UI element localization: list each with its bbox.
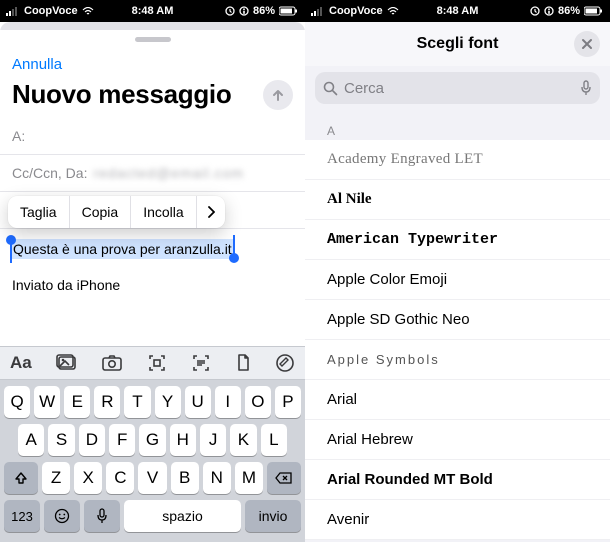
edit-menu: Taglia Copia Incolla	[8, 196, 225, 228]
selection-handle-end[interactable]	[229, 253, 239, 263]
scan-text-icon[interactable]	[147, 353, 167, 373]
key-m[interactable]: m	[235, 462, 263, 494]
key-f[interactable]: f	[109, 424, 135, 456]
font-picker-title: Scegli font	[417, 35, 499, 53]
font-list[interactable]: Academy Engraved LET Al Nile American Ty…	[305, 140, 610, 540]
key-j[interactable]: j	[200, 424, 226, 456]
selected-text[interactable]: Questa è una prova per aranzulla.it	[12, 239, 233, 259]
from-value: redacted@email.com	[93, 165, 244, 181]
attachment-icon[interactable]	[235, 353, 251, 373]
font-row[interactable]: Al Nile	[305, 180, 610, 220]
numbers-key[interactable]: 123	[4, 500, 40, 532]
key-a[interactable]: a	[18, 424, 44, 456]
camera-icon[interactable]	[101, 354, 123, 372]
scan-document-icon[interactable]	[191, 353, 211, 373]
selection-handle-start[interactable]	[6, 235, 16, 245]
key-e[interactable]: e	[64, 386, 90, 418]
font-row[interactable]: Apple SD Gothic Neo	[305, 300, 610, 340]
key-c[interactable]: c	[106, 462, 134, 494]
key-v[interactable]: v	[138, 462, 166, 494]
photo-library-icon[interactable]	[56, 354, 78, 372]
key-t[interactable]: t	[124, 386, 150, 418]
cc-field[interactable]: Cc/Ccn, Da: redacted@email.com	[0, 155, 305, 192]
key-n[interactable]: n	[203, 462, 231, 494]
to-label: A:	[12, 128, 25, 144]
signature: Inviato da iPhone	[0, 263, 305, 307]
space-key[interactable]: spazio	[124, 500, 241, 532]
font-row[interactable]: American Typewriter	[305, 220, 610, 260]
clock: 8:48 AM	[0, 5, 305, 17]
key-x[interactable]: x	[74, 462, 102, 494]
key-l[interactable]: l	[261, 424, 287, 456]
key-z[interactable]: z	[42, 462, 70, 494]
search-placeholder: Cerca	[344, 80, 574, 97]
cc-label: Cc/Ccn, Da:	[12, 165, 87, 181]
section-header: A	[305, 112, 610, 140]
key-q[interactable]: q	[4, 386, 30, 418]
dictation-key[interactable]	[84, 500, 120, 532]
text-format-button[interactable]: Aa	[10, 353, 32, 373]
markup-icon[interactable]	[275, 353, 295, 373]
shift-key[interactable]	[4, 462, 38, 494]
key-p[interactable]: p	[275, 386, 301, 418]
to-field[interactable]: A:	[0, 118, 305, 155]
key-y[interactable]: y	[155, 386, 181, 418]
key-w[interactable]: w	[34, 386, 60, 418]
font-row[interactable]: Apple Color Emoji	[305, 260, 610, 300]
search-icon	[323, 81, 338, 96]
font-row[interactable]: Academy Engraved LET	[305, 140, 610, 180]
keyboard: Aa qwertyuiop asdfghjkl zxcvbnm 123	[0, 346, 305, 542]
emoji-key[interactable]	[44, 500, 80, 532]
return-key[interactable]: invio	[245, 500, 301, 532]
key-r[interactable]: r	[94, 386, 120, 418]
sheet-grabber[interactable]	[0, 30, 305, 48]
more-menu-item[interactable]	[197, 196, 225, 228]
message-body[interactable]: Questa è una prova per aranzulla.it	[0, 229, 305, 263]
font-row[interactable]: Arial Hebrew	[305, 420, 610, 460]
compose-title: Nuovo messaggio	[12, 79, 231, 110]
font-picker-nav: Scegli font	[305, 22, 610, 66]
font-row[interactable]: Arial	[305, 380, 610, 420]
clock: 8:48 AM	[305, 5, 610, 17]
send-button[interactable]	[263, 80, 293, 110]
cut-menu-item[interactable]: Taglia	[8, 196, 69, 228]
key-k[interactable]: k	[230, 424, 256, 456]
close-button[interactable]	[574, 31, 600, 57]
paste-menu-item[interactable]: Incolla	[131, 196, 195, 228]
format-toolbar: Aa	[0, 346, 305, 380]
key-d[interactable]: d	[79, 424, 105, 456]
key-b[interactable]: b	[171, 462, 199, 494]
key-h[interactable]: h	[170, 424, 196, 456]
search-field[interactable]: Cerca	[315, 72, 600, 104]
font-row[interactable]: Apple Symbols	[305, 340, 610, 380]
dictation-icon[interactable]	[580, 80, 592, 96]
font-row[interactable]: Arial Rounded MT Bold	[305, 460, 610, 500]
key-s[interactable]: s	[48, 424, 74, 456]
font-row[interactable]: Avenir	[305, 500, 610, 540]
copy-menu-item[interactable]: Copia	[70, 196, 131, 228]
key-u[interactable]: u	[185, 386, 211, 418]
subject-field[interactable]: Ogge Taglia Copia Incolla	[0, 192, 305, 229]
backspace-key[interactable]	[267, 462, 301, 494]
status-bar: CoopVoce 8:48 AM 86%	[0, 0, 305, 22]
key-g[interactable]: g	[139, 424, 165, 456]
key-i[interactable]: i	[215, 386, 241, 418]
cancel-button[interactable]: Annulla	[12, 56, 62, 73]
status-bar: CoopVoce 8:48 AM 86%	[305, 0, 610, 22]
key-o[interactable]: o	[245, 386, 271, 418]
